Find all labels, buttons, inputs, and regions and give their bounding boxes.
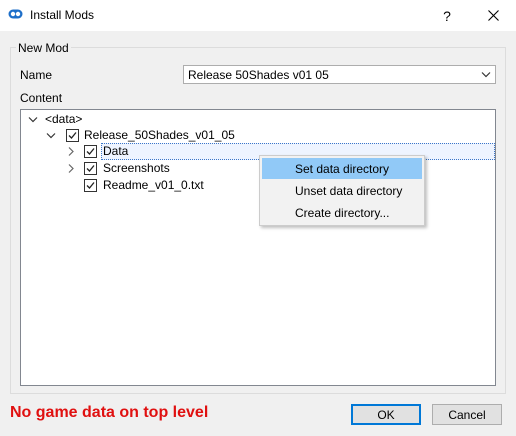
tree-item-label: Readme_v01_0.txt xyxy=(103,178,204,192)
context-menu: Set data directory Unset data directory … xyxy=(259,155,425,226)
checkbox[interactable] xyxy=(84,145,97,158)
checkbox[interactable] xyxy=(84,162,97,175)
ok-button[interactable]: OK xyxy=(351,404,421,425)
mod-name-combo[interactable]: Release 50Shades v01 05 xyxy=(183,65,496,84)
checkmark-icon xyxy=(68,132,77,139)
cancel-button-label: Cancel xyxy=(448,408,486,422)
window-title: Install Mods xyxy=(30,8,95,22)
chevron-right-icon[interactable] xyxy=(66,164,76,173)
mod-name-value: Release 50Shades v01 05 xyxy=(188,68,329,82)
dialog-body: New Mod Name Release 50Shades v01 05 Con… xyxy=(0,31,516,436)
menu-item-label: Set data directory xyxy=(295,162,390,176)
help-button[interactable]: ? xyxy=(424,0,470,31)
mod-organizer-icon xyxy=(8,9,23,19)
checkmark-icon xyxy=(86,148,95,155)
menu-item-unset-data-directory[interactable]: Unset data directory xyxy=(262,180,422,201)
tree-item[interactable]: Release_50Shades_v01_05 xyxy=(21,127,495,144)
checkmark-icon xyxy=(86,165,95,172)
ok-button-label: OK xyxy=(377,408,395,422)
title-bar: Install Mods ? xyxy=(0,0,516,31)
menu-item-label: Unset data directory xyxy=(295,184,403,198)
help-icon: ? xyxy=(443,7,451,24)
menu-item-set-data-directory[interactable]: Set data directory xyxy=(262,158,422,179)
tree-root-row[interactable]: <data> xyxy=(21,111,495,128)
cancel-button[interactable]: Cancel xyxy=(432,404,502,425)
chevron-down-icon[interactable] xyxy=(46,131,56,140)
error-message: No game data on top level xyxy=(10,404,209,421)
checkbox[interactable] xyxy=(84,179,97,192)
tree-item-label: Release_50Shades_v01_05 xyxy=(84,128,235,142)
chevron-down-icon[interactable] xyxy=(481,70,491,79)
tree-item-label: Data xyxy=(103,144,129,158)
close-icon xyxy=(487,10,499,21)
checkmark-icon xyxy=(86,182,95,189)
tree-root-label: <data> xyxy=(45,112,83,126)
menu-item-create-directory[interactable]: Create directory... xyxy=(262,202,422,223)
checkbox[interactable] xyxy=(66,129,79,142)
chevron-right-icon[interactable] xyxy=(66,147,76,156)
group-title: New Mod xyxy=(16,41,71,55)
close-button[interactable] xyxy=(470,0,516,31)
tree-item-label: Screenshots xyxy=(103,161,170,175)
menu-item-label: Create directory... xyxy=(295,206,390,220)
chevron-down-icon[interactable] xyxy=(28,115,38,124)
content-label: Content xyxy=(20,91,63,105)
name-label: Name xyxy=(20,68,53,82)
content-tree[interactable]: <data> Release_50Shades_v01_05 Data Scre… xyxy=(20,109,496,386)
